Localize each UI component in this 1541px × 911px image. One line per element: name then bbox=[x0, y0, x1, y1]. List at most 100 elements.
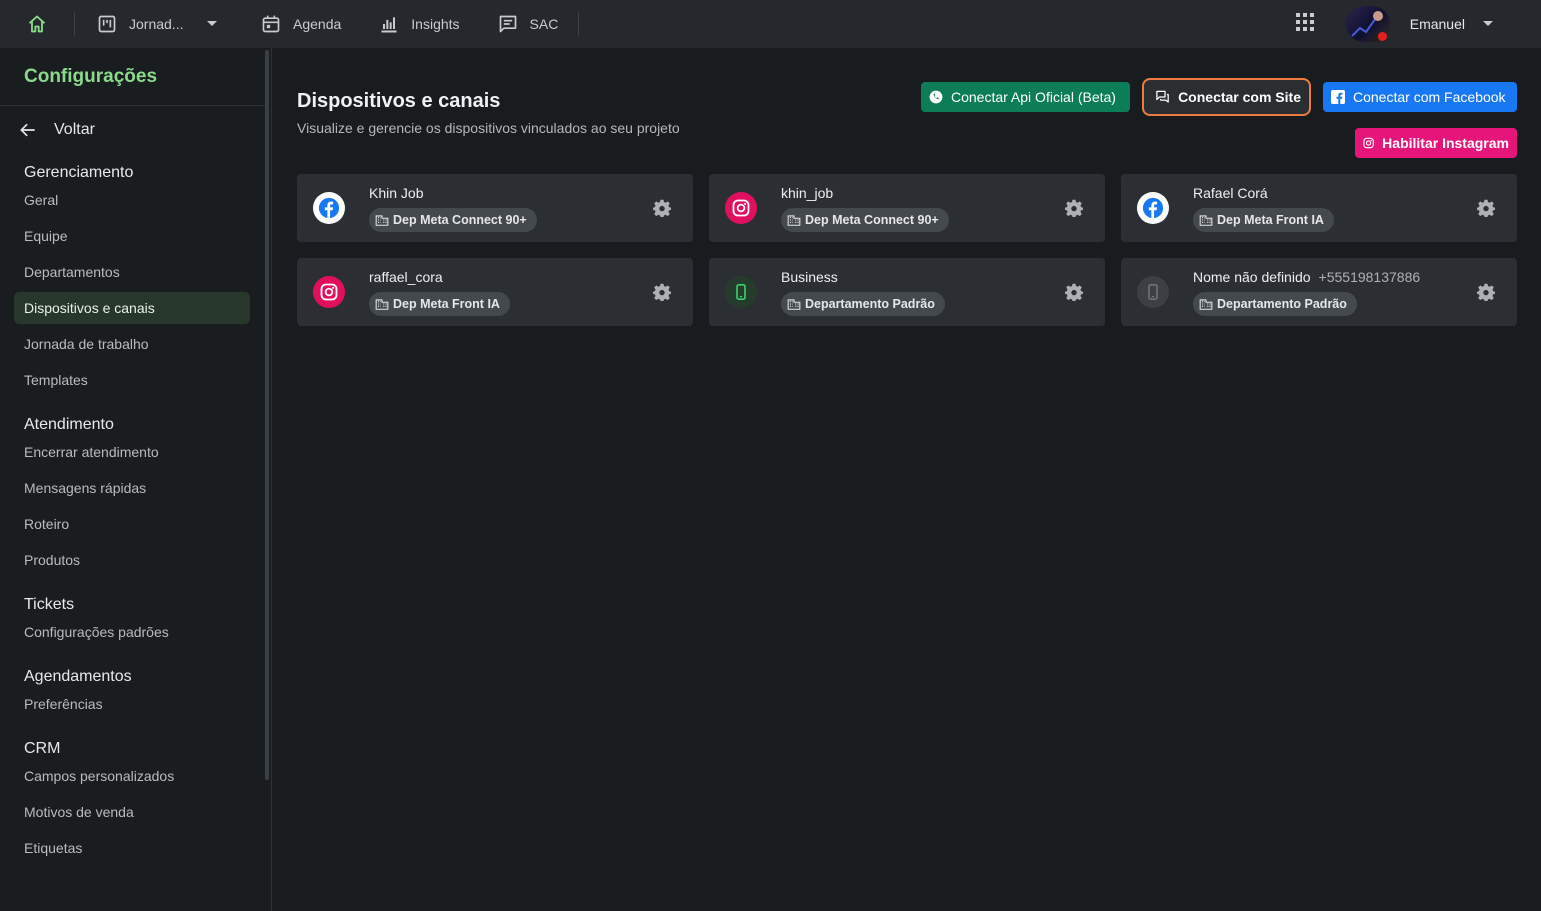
nav-insights[interactable]: Insights bbox=[379, 0, 460, 48]
device-card[interactable]: Khin Job Dep Meta Connect 90+ bbox=[297, 174, 693, 242]
main-content: Dispositivos e canais Visualize e gerenc… bbox=[273, 48, 1541, 911]
connect-facebook-label: Conectar com Facebook bbox=[1353, 89, 1506, 105]
nav-insights-label: Insights bbox=[411, 16, 460, 32]
building-icon bbox=[1199, 299, 1213, 310]
device-card[interactable]: khin_job Dep Meta Connect 90+ bbox=[709, 174, 1105, 242]
building-icon bbox=[787, 215, 801, 226]
bar-chart-icon bbox=[381, 17, 397, 33]
department-label: Departamento Padrão bbox=[1217, 297, 1347, 311]
sidebar-item-equipe[interactable]: Equipe bbox=[0, 218, 258, 254]
facebook-icon bbox=[1137, 192, 1169, 224]
chevron-down-icon[interactable] bbox=[1483, 21, 1493, 27]
gear-icon[interactable] bbox=[1477, 283, 1495, 301]
device-name: Business bbox=[781, 269, 838, 285]
jornada-label: Jornad... bbox=[129, 16, 184, 32]
department-badge: Departamento Padrão bbox=[1193, 292, 1357, 316]
message-icon bbox=[499, 15, 516, 33]
user-name[interactable]: Emanuel bbox=[1410, 16, 1465, 32]
instagram-icon bbox=[725, 192, 757, 224]
enable-instagram-label: Habilitar Instagram bbox=[1382, 135, 1509, 151]
department-label: Dep Meta Front IA bbox=[1217, 213, 1324, 227]
department-badge: Dep Meta Front IA bbox=[369, 292, 510, 316]
divider bbox=[578, 12, 580, 36]
back-label: Voltar bbox=[54, 121, 95, 138]
topbar-right: Emanuel bbox=[1295, 0, 1541, 48]
phone-disconnected-icon bbox=[1137, 276, 1169, 308]
gear-icon[interactable] bbox=[653, 283, 671, 301]
sidebar-item-geral[interactable]: Geral bbox=[0, 182, 258, 218]
department-badge: Dep Meta Connect 90+ bbox=[781, 208, 949, 232]
chevron-down-icon bbox=[207, 21, 218, 26]
department-badge: Departamento Padrão bbox=[781, 292, 945, 316]
device-name: Nome não definido +555198137886 bbox=[1193, 269, 1420, 285]
device-card[interactable]: Business Departamento Padrão bbox=[709, 258, 1105, 326]
device-name-text: Nome não definido bbox=[1193, 269, 1311, 285]
instagram-icon bbox=[313, 276, 345, 308]
sidebar-item-dispositivos[interactable]: Dispositivos e canais bbox=[14, 292, 250, 324]
sidebar-item-departamentos[interactable]: Departamentos bbox=[0, 254, 258, 290]
gear-icon[interactable] bbox=[653, 199, 671, 217]
gear-icon[interactable] bbox=[1065, 199, 1083, 217]
section-gerenciamento: Gerenciamento bbox=[24, 164, 134, 181]
avatar[interactable] bbox=[1345, 6, 1390, 42]
connect-api-button[interactable]: Conectar Api Oficial (Beta) bbox=[921, 82, 1130, 112]
instagram-icon bbox=[1363, 137, 1374, 149]
enable-instagram-button[interactable]: Habilitar Instagram bbox=[1355, 128, 1517, 158]
nav-sac[interactable]: SAC bbox=[498, 0, 559, 48]
sidebar-item-campos[interactable]: Campos personalizados bbox=[0, 758, 258, 794]
sidebar-item-produtos[interactable]: Produtos bbox=[0, 542, 258, 578]
phone-icon bbox=[725, 276, 757, 308]
chat-icon bbox=[1156, 90, 1169, 103]
section-tickets: Tickets bbox=[24, 596, 75, 613]
section-atendimento: Atendimento bbox=[24, 416, 114, 433]
device-card[interactable]: Rafael Corá Dep Meta Front IA bbox=[1121, 174, 1517, 242]
jornada-selector[interactable]: Jornad... bbox=[75, 0, 261, 48]
arrow-left-icon bbox=[20, 123, 35, 137]
nav-agenda-label: Agenda bbox=[293, 16, 342, 32]
section-crm: CRM bbox=[24, 740, 61, 757]
building-icon bbox=[1199, 215, 1213, 226]
department-badge: Dep Meta Connect 90+ bbox=[369, 208, 537, 232]
sidebar-item-preferencias[interactable]: Preferências bbox=[0, 686, 258, 722]
board-icon bbox=[98, 15, 116, 33]
apps-button[interactable] bbox=[1295, 12, 1314, 36]
sidebar-item-jornada[interactable]: Jornada de trabalho bbox=[0, 326, 258, 362]
scrollbar[interactable] bbox=[265, 50, 269, 780]
back-button[interactable]: Voltar bbox=[0, 106, 271, 154]
device-name: raffael_cora bbox=[369, 269, 443, 285]
home-button[interactable] bbox=[0, 0, 74, 48]
sidebar-item-etiquetas[interactable]: Etiquetas bbox=[0, 830, 258, 866]
device-name: khin_job bbox=[781, 185, 834, 201]
apps-grid-icon bbox=[1295, 12, 1314, 31]
home-icon bbox=[28, 15, 46, 33]
department-label: Dep Meta Connect 90+ bbox=[805, 213, 939, 227]
facebook-icon bbox=[313, 192, 345, 224]
status-dot bbox=[1376, 31, 1388, 42]
settings-sidebar: Configurações Voltar Gerenciamento Geral… bbox=[0, 48, 272, 911]
nav-sac-label: SAC bbox=[529, 16, 559, 32]
device-card[interactable]: raffael_cora Dep Meta Front IA bbox=[297, 258, 693, 326]
sidebar-item-config-padroes[interactable]: Configurações padrões bbox=[0, 614, 258, 650]
calendar-icon bbox=[262, 15, 280, 33]
gear-icon[interactable] bbox=[1065, 283, 1083, 301]
building-icon bbox=[375, 215, 389, 226]
connect-site-button[interactable]: Conectar com Site bbox=[1142, 78, 1311, 116]
page-subtitle: Visualize e gerencie os dispositivos vin… bbox=[297, 120, 680, 136]
sidebar-item-encerrar[interactable]: Encerrar atendimento bbox=[0, 434, 258, 470]
page-title: Dispositivos e canais bbox=[297, 90, 501, 112]
connect-site-label: Conectar com Site bbox=[1178, 89, 1301, 105]
whatsapp-icon bbox=[929, 90, 943, 104]
sidebar-item-motivos[interactable]: Motivos de venda bbox=[0, 794, 258, 830]
connect-facebook-button[interactable]: Conectar com Facebook bbox=[1323, 82, 1517, 112]
device-phone: +555198137886 bbox=[1318, 269, 1421, 285]
nav-agenda[interactable]: Agenda bbox=[261, 0, 341, 48]
sidebar-item-roteiro[interactable]: Roteiro bbox=[0, 506, 258, 542]
facebook-icon bbox=[1331, 90, 1345, 104]
device-card[interactable]: Nome não definido +555198137886 Departame… bbox=[1121, 258, 1517, 326]
top-navigation-bar: Jornad... Agenda Insights SAC Emanuel bbox=[0, 0, 1541, 48]
sidebar-item-mensagens[interactable]: Mensagens rápidas bbox=[0, 470, 258, 506]
building-icon bbox=[787, 299, 801, 310]
gear-icon[interactable] bbox=[1477, 199, 1495, 217]
sidebar-title: Configurações bbox=[0, 48, 266, 106]
sidebar-item-templates[interactable]: Templates bbox=[0, 362, 258, 398]
